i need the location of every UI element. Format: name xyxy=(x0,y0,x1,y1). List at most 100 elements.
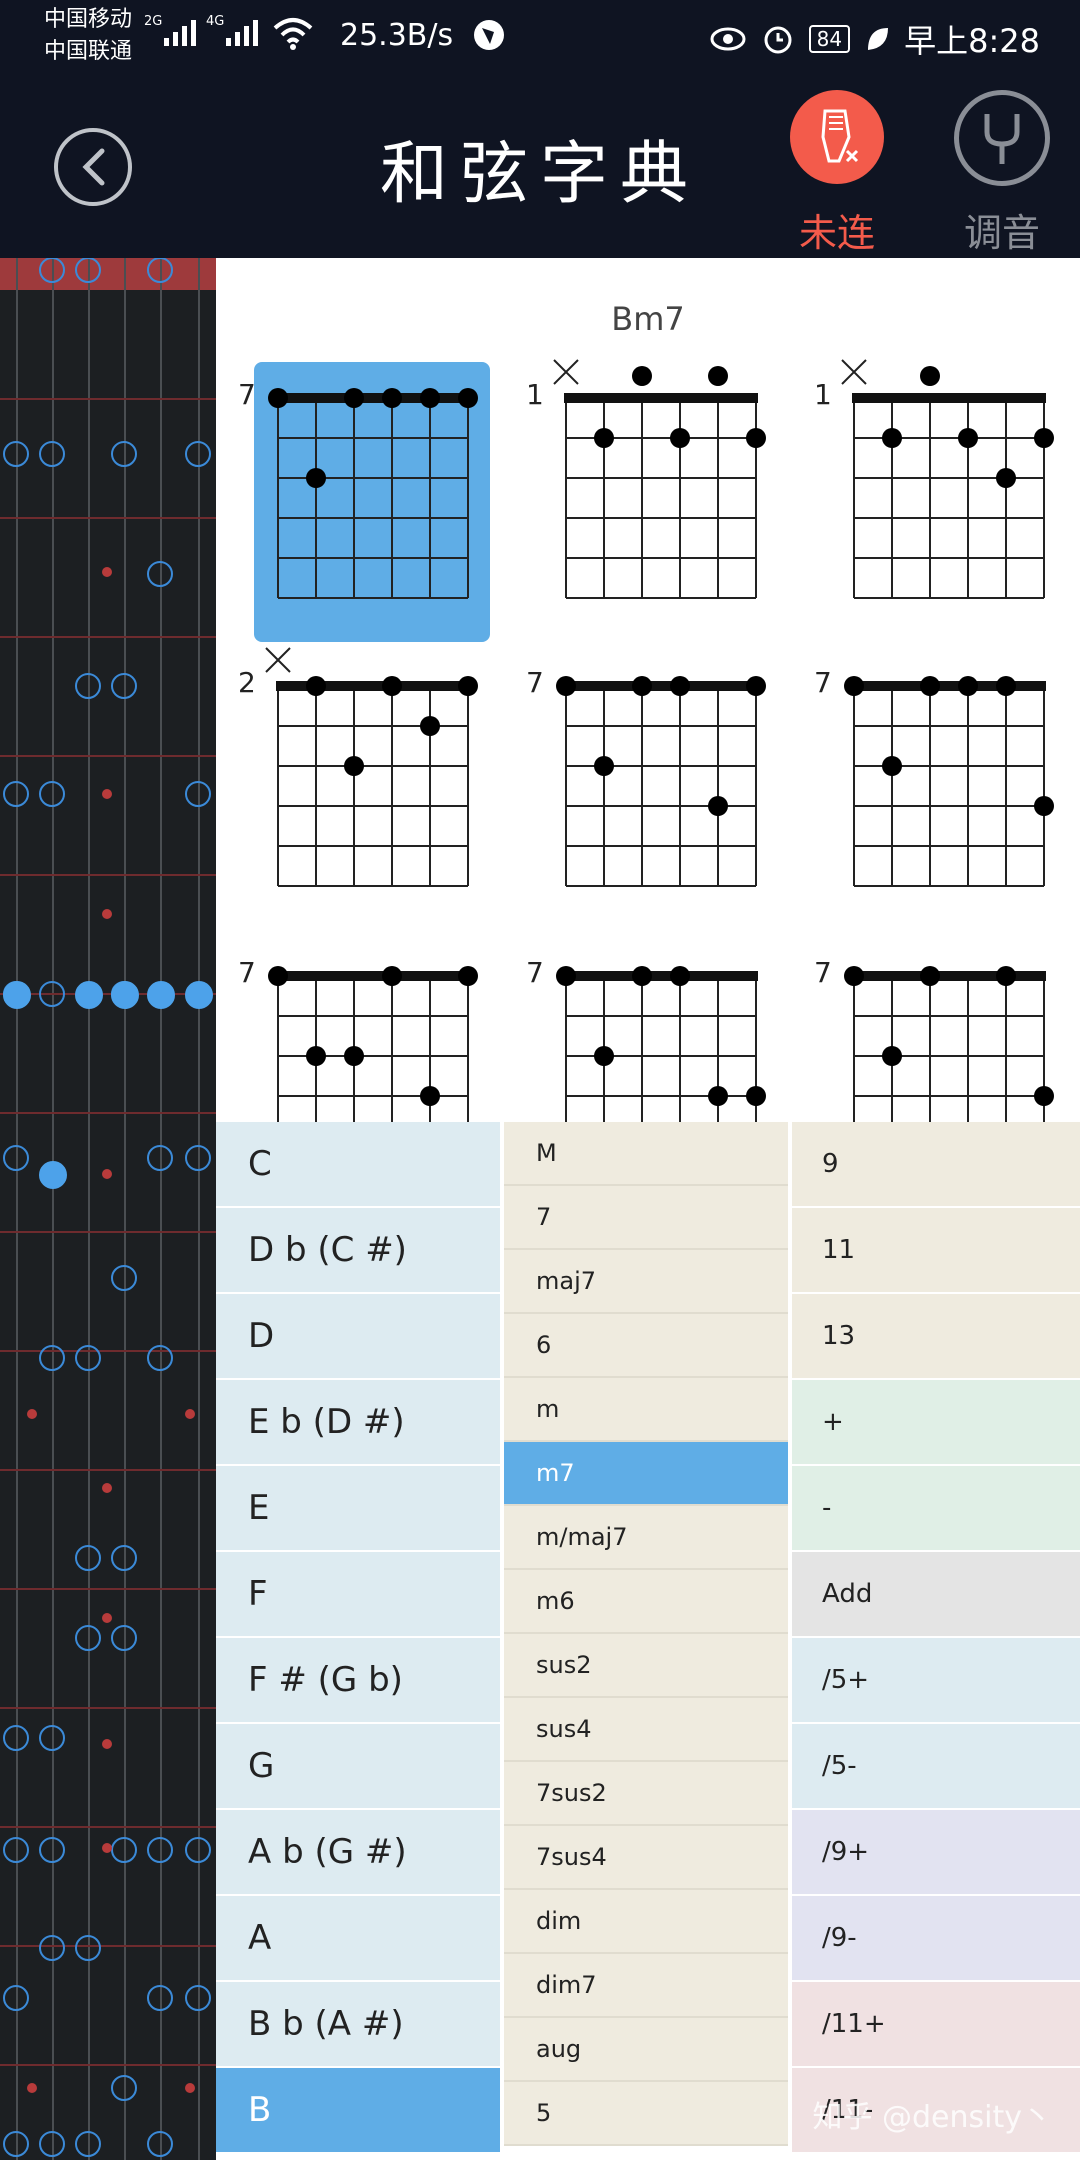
fretboard-note-marker xyxy=(39,2131,65,2157)
root-note-item[interactable]: F # (G b) xyxy=(216,1638,500,1724)
fretboard-fret xyxy=(0,1707,216,1709)
fretboard-note-marker xyxy=(75,1625,101,1651)
root-note-item[interactable]: C xyxy=(216,1122,500,1208)
tuner-button[interactable] xyxy=(954,90,1050,186)
root-note-item[interactable]: E b (D #) xyxy=(216,1380,500,1466)
root-note-list: CD b (C #) D E b (D #) E F F # (G b) G A b (G #… xyxy=(216,1122,500,2154)
fretboard-inlay xyxy=(102,1169,112,1179)
finger-dot xyxy=(458,676,478,696)
fretboard-fret xyxy=(0,993,216,995)
extension-item[interactable]: /11+ xyxy=(792,1982,1080,2068)
nut-bar xyxy=(564,971,758,981)
finger-dot xyxy=(458,388,478,408)
extension-item[interactable]: /5- xyxy=(792,1724,1080,1810)
fretboard-note-marker xyxy=(39,1837,65,1863)
chord-quality-item[interactable]: maj7 xyxy=(504,1250,788,1314)
chord-quality-item[interactable]: dim7 xyxy=(504,1954,788,2018)
fretboard-note-marker xyxy=(39,981,65,1007)
fretboard-note-marker xyxy=(111,2075,137,2101)
chord-quality-item[interactable]: 7sus2 xyxy=(504,1762,788,1826)
chord-quality-item[interactable]: M xyxy=(504,1122,788,1186)
nut-bar xyxy=(852,393,1046,403)
chord-name: Bm7 xyxy=(611,300,685,338)
chord-quality-item[interactable]: m xyxy=(504,1378,788,1442)
fretboard-string xyxy=(124,258,126,2160)
fretboard-note-marker xyxy=(147,1345,173,1371)
fretboard-inlay xyxy=(102,567,112,577)
fretboard-note-marker xyxy=(147,1837,173,1863)
fretboard-note-marker xyxy=(147,1145,173,1171)
chord-quality-item[interactable]: 7sus4 xyxy=(504,1826,788,1890)
finger-dot xyxy=(996,468,1016,488)
nut-bar xyxy=(276,971,470,981)
fretboard-inlay xyxy=(102,1843,112,1853)
finger-dot xyxy=(382,676,402,696)
root-note-item[interactable]: E xyxy=(216,1466,500,1552)
finger-dot xyxy=(882,428,902,448)
extension-item[interactable]: Add xyxy=(792,1552,1080,1638)
finger-dot xyxy=(344,388,364,408)
fretboard-string xyxy=(88,258,90,2160)
chord-quality-item[interactable]: aug xyxy=(504,2018,788,2082)
nut-bar xyxy=(276,681,470,691)
carrier-1: 中国移动 xyxy=(44,7,133,32)
open-string-dot xyxy=(632,366,652,386)
extension-item[interactable]: 9 xyxy=(792,1122,1080,1208)
fretboard-note-marker xyxy=(3,781,29,807)
fretboard-string xyxy=(198,258,200,2160)
finger-dot xyxy=(670,676,690,696)
fretboard-fret xyxy=(0,636,216,638)
fretboard-string xyxy=(16,258,18,2160)
fretboard-string xyxy=(52,258,54,2160)
fretboard-string xyxy=(160,258,162,2160)
extension-item[interactable]: 13 xyxy=(792,1294,1080,1380)
chord-quality-item[interactable]: sus4 xyxy=(504,1698,788,1762)
fretboard-view[interactable] xyxy=(0,258,216,2160)
finger-dot xyxy=(882,1046,902,1066)
finger-dot xyxy=(958,676,978,696)
extension-item[interactable]: + xyxy=(792,1380,1080,1466)
fretboard-fret xyxy=(0,1350,216,1352)
fretboard-note-marker xyxy=(75,673,101,699)
guitar-icon xyxy=(821,109,859,163)
carrier-info: 中国移动 中国联通 xyxy=(44,4,132,68)
chord-quality-item[interactable]: 7 xyxy=(504,1186,788,1250)
root-note-item[interactable]: A b (G #) xyxy=(216,1810,500,1896)
fretboard-note-marker xyxy=(185,1145,211,1171)
fretboard-note-marker xyxy=(3,1725,29,1751)
root-note-item[interactable]: B xyxy=(216,2068,500,2154)
root-note-item[interactable]: F xyxy=(216,1552,500,1638)
root-note-item[interactable]: A xyxy=(216,1896,500,1982)
extension-item[interactable]: - xyxy=(792,1466,1080,1552)
chord-quality-item[interactable]: 6 xyxy=(504,1314,788,1378)
connect-status-label: 未连 xyxy=(798,211,875,255)
fretboard-note-marker xyxy=(111,1545,137,1571)
chord-quality-item[interactable]: sus2 xyxy=(504,1634,788,1698)
finger-dot xyxy=(844,966,864,986)
fretboard-note-marker xyxy=(39,1935,65,1961)
guitar-connect-button[interactable] xyxy=(790,90,884,184)
extension-item[interactable]: 11 xyxy=(792,1208,1080,1294)
extension-item[interactable]: /9- xyxy=(792,1896,1080,1982)
status-bar: 中国移动 中国联通 2G 4G 25.3B/s 84 早上8:28 xyxy=(0,0,1080,74)
extension-item[interactable]: /5+ xyxy=(792,1638,1080,1724)
extension-item[interactable]: /9+ xyxy=(792,1810,1080,1896)
root-note-item[interactable]: D b (C #) xyxy=(216,1208,500,1294)
fretboard-note-marker xyxy=(111,673,137,699)
chord-quality-item[interactable]: m7 xyxy=(504,1442,788,1506)
fretboard-note-marker xyxy=(39,1345,65,1371)
root-note-item[interactable]: G xyxy=(216,1724,500,1810)
fretboard-fret xyxy=(0,517,216,519)
open-string-dot xyxy=(708,366,728,386)
nut-bar xyxy=(276,393,470,403)
chord-quality-item[interactable]: m/maj7 xyxy=(504,1506,788,1570)
signal-icon xyxy=(226,20,258,46)
root-note-item[interactable]: B b (A #) xyxy=(216,1982,500,2068)
chord-quality-item[interactable]: m6 xyxy=(504,1570,788,1634)
finger-dot xyxy=(306,676,326,696)
root-note-item[interactable]: D xyxy=(216,1294,500,1380)
chord-quality-item[interactable]: dim xyxy=(504,1890,788,1954)
fretboard-fret xyxy=(0,1588,216,1590)
chord-quality-item[interactable]: 5 xyxy=(504,2082,788,2146)
finger-dot xyxy=(556,966,576,986)
